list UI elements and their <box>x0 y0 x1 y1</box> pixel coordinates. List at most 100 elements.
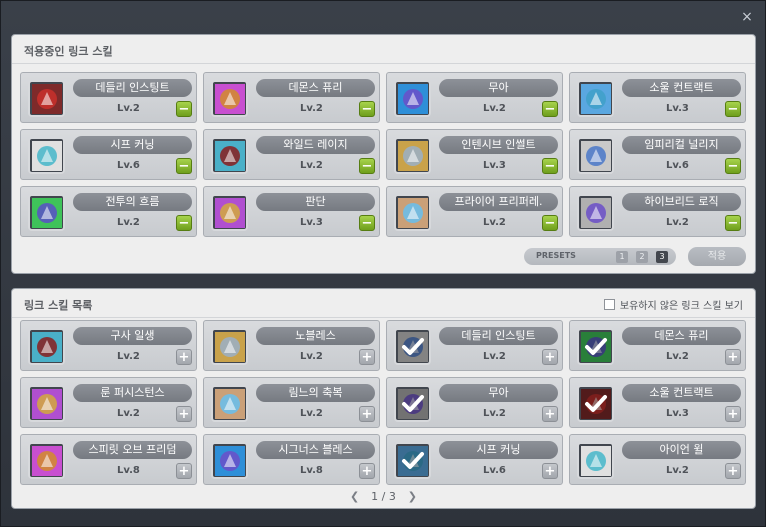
skill-card[interactable]: 무아 Lv.2 − <box>386 72 563 123</box>
skill-card[interactable]: 데몬스 퓨리 Lv.2 + <box>569 320 746 371</box>
skill-name: 시프 커닝 <box>439 441 558 459</box>
presets-bar: PRESETS 1 2 3 <box>524 248 676 265</box>
current-page: 1 <box>371 490 379 503</box>
skill-level: Lv.8 <box>117 465 140 476</box>
add-skill-button[interactable]: + <box>542 406 558 422</box>
mua-icon <box>394 385 431 422</box>
skill-level: Lv.2 <box>300 351 323 362</box>
remove-skill-button[interactable]: − <box>725 158 741 174</box>
remove-skill-button[interactable]: − <box>359 215 375 231</box>
add-skill-button[interactable]: + <box>359 349 375 365</box>
judgement-icon <box>211 194 248 231</box>
skill-card[interactable]: 시그너스 블레스 Lv.8 + <box>203 434 380 485</box>
skill-name: 프라이어 프리퍼레. <box>439 193 558 211</box>
close-icon[interactable]: × <box>739 9 755 25</box>
add-skill-button[interactable]: + <box>542 349 558 365</box>
skill-level: Lv.6 <box>117 160 140 171</box>
remove-skill-button[interactable]: − <box>725 101 741 117</box>
add-skill-button[interactable]: + <box>725 406 741 422</box>
skill-level: Lv.2 <box>117 351 140 362</box>
remove-skill-button[interactable]: − <box>542 158 558 174</box>
presets-label: PRESETS <box>536 251 576 260</box>
skill-card[interactable]: 소울 컨트랙트 Lv.3 − <box>569 72 746 123</box>
add-skill-button[interactable]: + <box>176 463 192 479</box>
add-skill-button[interactable]: + <box>725 463 741 479</box>
demons-fury-icon <box>211 80 248 117</box>
divider <box>12 63 755 64</box>
skill-card[interactable]: 아이언 윌 Lv.2 + <box>569 434 746 485</box>
page-indicator: 1 / 3 <box>371 490 396 503</box>
skill-card[interactable]: 림느의 축복 Lv.2 + <box>203 377 380 428</box>
skill-card[interactable]: 시프 커닝 Lv.6 + <box>386 434 563 485</box>
skill-level: Lv.2 <box>483 351 506 362</box>
skill-card[interactable]: 무아 Lv.2 + <box>386 377 563 428</box>
applied-skill-grid: 데들리 인스팅트 Lv.2 − 데몬스 퓨리 Lv.2 − 무아 Lv.2 − 소울 컨트랙트 Lv… <box>20 72 746 237</box>
remove-skill-button[interactable]: − <box>359 158 375 174</box>
skill-name: 데몬스 퓨리 <box>256 79 375 97</box>
preset-2-button[interactable]: 2 <box>636 251 648 263</box>
link-skill-grid: 구사 일생 Lv.2 + 노블레스 Lv.2 + 데들리 인스팅트 Lv.2 + 데몬스 퓨리 Lv… <box>20 320 746 485</box>
applied-panel-title: 적용중인 링크 스킬 <box>24 45 113 58</box>
show-unowned-toggle[interactable]: 보유하지 않은 링크 스킬 보기 <box>603 297 743 312</box>
skill-level: Lv.2 <box>483 217 506 228</box>
skill-level: Lv.2 <box>666 465 689 476</box>
skill-name: 노블레스 <box>256 327 375 345</box>
add-skill-button[interactable]: + <box>176 349 192 365</box>
remove-skill-button[interactable]: − <box>725 215 741 231</box>
preset-3-button[interactable]: 3 <box>656 251 668 263</box>
show-unowned-checkbox[interactable] <box>603 299 615 310</box>
skill-card[interactable]: 프라이어 프리퍼레. Lv.2 − <box>386 186 563 237</box>
prior-preparation-icon <box>394 194 431 231</box>
skill-card[interactable]: 스피릿 오브 프리덤 Lv.8 + <box>20 434 197 485</box>
skill-name: 인텐시브 인썰트 <box>439 136 558 154</box>
remove-skill-button[interactable]: − <box>176 158 192 174</box>
skill-name: 무아 <box>439 384 558 402</box>
skill-level: Lv.2 <box>483 408 506 419</box>
skill-card[interactable]: 데들리 인스팅트 Lv.2 + <box>386 320 563 371</box>
skill-card[interactable]: 임피리컬 널리지 Lv.6 − <box>569 129 746 180</box>
add-skill-button[interactable]: + <box>176 406 192 422</box>
skill-level: Lv.6 <box>483 465 506 476</box>
skill-card[interactable]: 판단 Lv.3 − <box>203 186 380 237</box>
skill-level: Lv.2 <box>300 160 323 171</box>
skill-name: 데들리 인스팅트 <box>73 79 192 97</box>
remove-skill-button[interactable]: − <box>176 215 192 231</box>
skill-level: Lv.2 <box>666 351 689 362</box>
skill-name: 시그너스 블레스 <box>256 441 375 459</box>
add-skill-button[interactable]: + <box>542 463 558 479</box>
remove-skill-button[interactable]: − <box>176 101 192 117</box>
deadly-instinct-icon <box>394 328 431 365</box>
skill-card[interactable]: 노블레스 Lv.2 + <box>203 320 380 371</box>
skill-level: Lv.3 <box>300 217 323 228</box>
skill-card[interactable]: 하이브리드 로직 Lv.2 − <box>569 186 746 237</box>
skill-name: 림느의 축복 <box>256 384 375 402</box>
apply-button[interactable]: 적용 <box>688 247 746 266</box>
wild-rage-icon <box>211 137 248 174</box>
skill-level: Lv.2 <box>300 408 323 419</box>
skill-level: Lv.3 <box>666 103 689 114</box>
preset-1-button[interactable]: 1 <box>616 251 628 263</box>
add-skill-button[interactable]: + <box>359 463 375 479</box>
remove-skill-button[interactable]: − <box>359 101 375 117</box>
skill-card[interactable]: 시프 커닝 Lv.6 − <box>20 129 197 180</box>
skill-card[interactable]: 데들리 인스팅트 Lv.2 − <box>20 72 197 123</box>
add-skill-button[interactable]: + <box>359 406 375 422</box>
skill-name: 구사 일생 <box>73 327 192 345</box>
skill-card[interactable]: 구사 일생 Lv.2 + <box>20 320 197 371</box>
skill-card[interactable]: 소울 컨트랙트 Lv.3 + <box>569 377 746 428</box>
skill-card[interactable]: 룬 퍼시스턴스 Lv.2 + <box>20 377 197 428</box>
skill-card[interactable]: 인텐시브 인썰트 Lv.3 − <box>386 129 563 180</box>
add-skill-button[interactable]: + <box>725 349 741 365</box>
remove-skill-button[interactable]: − <box>542 101 558 117</box>
thief-cunning-icon <box>394 442 431 479</box>
skill-card[interactable]: 와일드 레이지 Lv.2 − <box>203 129 380 180</box>
prev-page-button[interactable]: ❮ <box>348 490 362 503</box>
skill-card[interactable]: 데몬스 퓨리 Lv.2 − <box>203 72 380 123</box>
skill-level: Lv.3 <box>666 408 689 419</box>
flow-of-battle-icon <box>28 194 65 231</box>
skill-card[interactable]: 전투의 흐름 Lv.2 − <box>20 186 197 237</box>
remove-skill-button[interactable]: − <box>542 215 558 231</box>
noblesse-icon <box>211 328 248 365</box>
next-page-button[interactable]: ❯ <box>405 490 419 503</box>
skill-name: 하이브리드 로직 <box>622 193 741 211</box>
